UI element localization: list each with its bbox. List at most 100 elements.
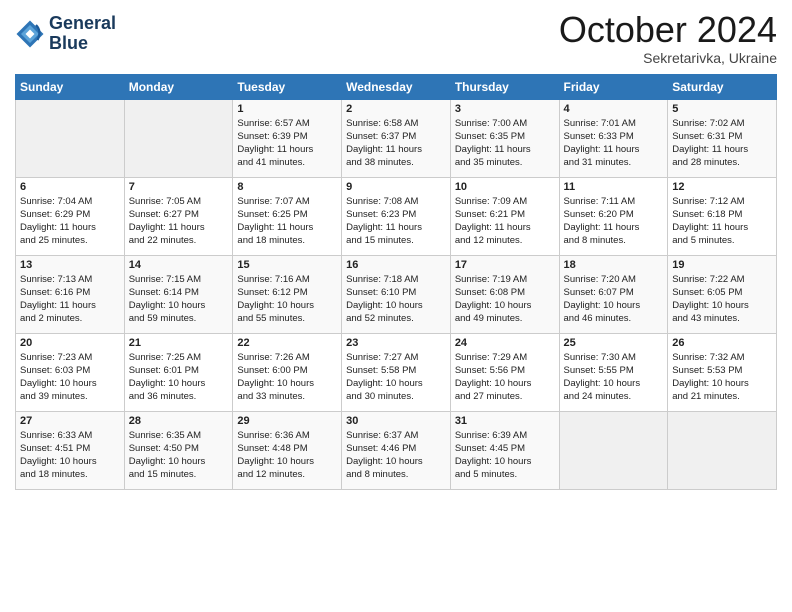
weekday-wednesday: Wednesday [342,74,451,99]
cell-text: Sunrise: 7:12 AM Sunset: 6:18 PM Dayligh… [672,195,772,248]
cell-5-6 [559,411,668,489]
day-number: 18 [564,259,664,271]
day-number: 12 [672,181,772,193]
day-number: 3 [455,103,555,115]
weekday-monday: Monday [124,74,233,99]
cell-text: Sunrise: 7:11 AM Sunset: 6:20 PM Dayligh… [564,195,664,248]
cell-4-5: 24Sunrise: 7:29 AM Sunset: 5:56 PM Dayli… [450,333,559,411]
day-number: 8 [237,181,337,193]
cell-text: Sunrise: 7:20 AM Sunset: 6:07 PM Dayligh… [564,273,664,326]
weekday-tuesday: Tuesday [233,74,342,99]
logo: General Blue [15,14,116,54]
cell-3-6: 18 Sunrise: 7:20 AM Sunset: 6:07 PM Dayli… [559,255,668,333]
day-number: 31 [455,415,555,427]
day-number: 17 [455,259,555,271]
cell-2-7: 12 Sunrise: 7:12 AM Sunset: 6:18 PM Dayli… [668,177,777,255]
day-number: 19 [672,259,772,271]
cell-text: Sunrise: 7:30 AM Sunset: 5:55 PM Dayligh… [564,351,664,404]
page-container: General Blue October 2024 Sekretarivka, … [0,0,792,495]
day-number: 14 [129,259,229,271]
day-number: 4 [564,103,664,115]
cell-3-1: 13 Sunrise: 7:13 AM Sunset: 6:16 PM Dayli… [16,255,125,333]
cell-5-5: 31 Sunrise: 6:39 AM Sunset: 4:45 PM Dayli… [450,411,559,489]
cell-text: Sunrise: 6:33 AM Sunset: 4:51 PM Dayligh… [20,429,120,482]
cell-3-5: 17Sunrise: 7:19 AM Sunset: 6:08 PM Dayli… [450,255,559,333]
weekday-friday: Friday [559,74,668,99]
logo-text-line1: General [49,14,116,34]
day-number: 5 [672,103,772,115]
day-number: 10 [455,181,555,193]
cell-text: Sunrise: 7:22 AM Sunset: 6:05 PM Dayligh… [672,273,772,326]
cell-1-3: 1 Sunrise: 6:57 AM Sunset: 6:39 PM Daylig… [233,99,342,177]
header: General Blue October 2024 Sekretarivka, … [15,10,777,66]
location: Sekretarivka, Ukraine [559,50,777,66]
cell-5-2: 28 Sunrise: 6:35 AM Sunset: 4:50 PM Dayli… [124,411,233,489]
cell-text: Sunrise: 7:23 AM Sunset: 6:03 PM Dayligh… [20,351,120,404]
weekday-sunday: Sunday [16,74,125,99]
logo-text-line2: Blue [49,34,116,54]
cell-text: Sunrise: 7:05 AM Sunset: 6:27 PM Dayligh… [129,195,229,248]
day-number: 1 [237,103,337,115]
cell-text: Sunrise: 7:01 AM Sunset: 6:33 PM Dayligh… [564,117,664,170]
cell-2-3: 8Sunrise: 7:07 AM Sunset: 6:25 PM Daylig… [233,177,342,255]
day-number: 7 [129,181,229,193]
cell-3-4: 16Sunrise: 7:18 AM Sunset: 6:10 PM Dayli… [342,255,451,333]
cell-4-6: 25 Sunrise: 7:30 AM Sunset: 5:55 PM Dayli… [559,333,668,411]
cell-2-4: 9 Sunrise: 7:08 AM Sunset: 6:23 PM Daylig… [342,177,451,255]
day-number: 23 [346,337,446,349]
cell-text: Sunrise: 7:08 AM Sunset: 6:23 PM Dayligh… [346,195,446,248]
cell-5-7 [668,411,777,489]
cell-text: Sunrise: 6:35 AM Sunset: 4:50 PM Dayligh… [129,429,229,482]
day-number: 6 [20,181,120,193]
cell-1-1 [16,99,125,177]
weekday-thursday: Thursday [450,74,559,99]
weekday-header-row: SundayMondayTuesdayWednesdayThursdayFrid… [16,74,777,99]
title-block: October 2024 Sekretarivka, Ukraine [559,10,777,66]
cell-text: Sunrise: 7:25 AM Sunset: 6:01 PM Dayligh… [129,351,229,404]
cell-text: Sunrise: 7:16 AM Sunset: 6:12 PM Dayligh… [237,273,337,326]
cell-2-1: 6 Sunrise: 7:04 AM Sunset: 6:29 PM Daylig… [16,177,125,255]
cell-3-3: 15Sunrise: 7:16 AM Sunset: 6:12 PM Dayli… [233,255,342,333]
day-number: 11 [564,181,664,193]
day-number: 28 [129,415,229,427]
day-number: 24 [455,337,555,349]
cell-text: Sunrise: 6:37 AM Sunset: 4:46 PM Dayligh… [346,429,446,482]
cell-text: Sunrise: 7:27 AM Sunset: 5:58 PM Dayligh… [346,351,446,404]
cell-4-1: 20 Sunrise: 7:23 AM Sunset: 6:03 PM Dayli… [16,333,125,411]
cell-text: Sunrise: 7:18 AM Sunset: 6:10 PM Dayligh… [346,273,446,326]
cell-4-3: 22Sunrise: 7:26 AM Sunset: 6:00 PM Dayli… [233,333,342,411]
day-number: 27 [20,415,120,427]
cell-1-5: 3Sunrise: 7:00 AM Sunset: 6:35 PM Daylig… [450,99,559,177]
cell-text: Sunrise: 6:39 AM Sunset: 4:45 PM Dayligh… [455,429,555,482]
cell-3-7: 19 Sunrise: 7:22 AM Sunset: 6:05 PM Dayli… [668,255,777,333]
day-number: 20 [20,337,120,349]
day-number: 13 [20,259,120,271]
cell-text: Sunrise: 6:57 AM Sunset: 6:39 PM Dayligh… [237,117,337,170]
cell-text: Sunrise: 7:04 AM Sunset: 6:29 PM Dayligh… [20,195,120,248]
cell-text: Sunrise: 7:26 AM Sunset: 6:00 PM Dayligh… [237,351,337,404]
week-row-4: 20 Sunrise: 7:23 AM Sunset: 6:03 PM Dayli… [16,333,777,411]
day-number: 29 [237,415,337,427]
cell-text: Sunrise: 7:15 AM Sunset: 6:14 PM Dayligh… [129,273,229,326]
cell-5-4: 30 Sunrise: 6:37 AM Sunset: 4:46 PM Dayli… [342,411,451,489]
day-number: 2 [346,103,446,115]
cell-4-2: 21Sunrise: 7:25 AM Sunset: 6:01 PM Dayli… [124,333,233,411]
cell-5-1: 27 Sunrise: 6:33 AM Sunset: 4:51 PM Dayli… [16,411,125,489]
cell-text: Sunrise: 7:13 AM Sunset: 6:16 PM Dayligh… [20,273,120,326]
cell-text: Sunrise: 7:02 AM Sunset: 6:31 PM Dayligh… [672,117,772,170]
logo-icon [15,19,45,49]
cell-2-5: 10Sunrise: 7:09 AM Sunset: 6:21 PM Dayli… [450,177,559,255]
cell-text: Sunrise: 6:36 AM Sunset: 4:48 PM Dayligh… [237,429,337,482]
day-number: 30 [346,415,446,427]
cell-text: Sunrise: 6:58 AM Sunset: 6:37 PM Dayligh… [346,117,446,170]
day-number: 26 [672,337,772,349]
month-title: October 2024 [559,10,777,50]
cell-4-4: 23 Sunrise: 7:27 AM Sunset: 5:58 PM Dayli… [342,333,451,411]
cell-1-7: 5 Sunrise: 7:02 AM Sunset: 6:31 PM Daylig… [668,99,777,177]
cell-1-2 [124,99,233,177]
day-number: 9 [346,181,446,193]
calendar-table: SundayMondayTuesdayWednesdayThursdayFrid… [15,74,777,490]
cell-5-3: 29 Sunrise: 6:36 AM Sunset: 4:48 PM Dayli… [233,411,342,489]
weekday-saturday: Saturday [668,74,777,99]
day-number: 25 [564,337,664,349]
